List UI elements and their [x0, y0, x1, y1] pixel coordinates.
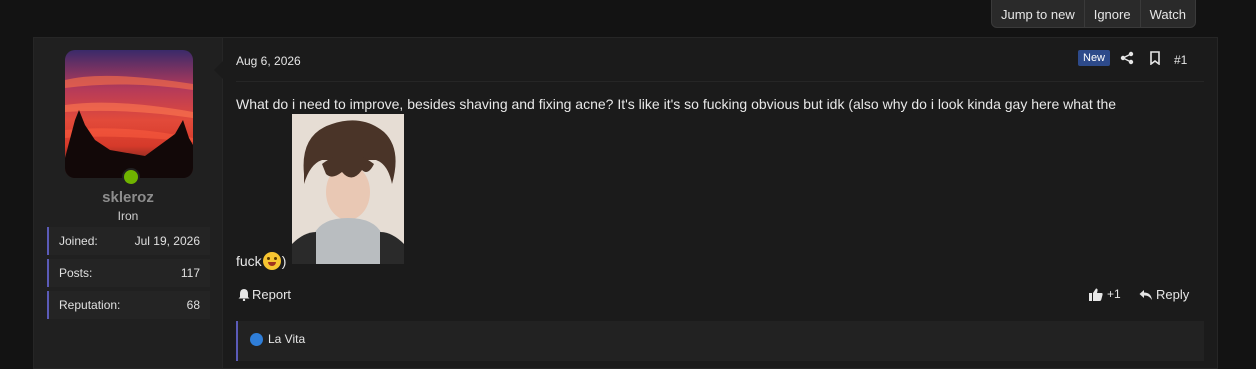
jump-to-new-button[interactable]: Jump to new [992, 0, 1084, 27]
report-button[interactable]: Report [238, 287, 291, 302]
attached-image[interactable] [292, 114, 404, 264]
report-label: Report [252, 287, 292, 302]
username[interactable]: skleroz [34, 189, 222, 206]
stat-label: Reputation: [59, 298, 121, 312]
stat-value: 68 [186, 298, 200, 312]
bookmark-icon[interactable] [1148, 51, 1162, 65]
avatar[interactable] [65, 50, 193, 178]
post-actions: Report +1 Reply [236, 287, 1204, 307]
message-content: Aug 6, 2026 New #1 What do i need to imp… [223, 38, 1217, 368]
stat-label: Joined: [59, 234, 98, 248]
like-reaction-icon [250, 332, 263, 346]
user-title: Iron [117, 209, 139, 223]
liker-name[interactable]: La Vita [268, 332, 305, 346]
stat-value: 117 [180, 266, 200, 280]
message-attribution: Aug 6, 2026 New #1 [236, 38, 1204, 82]
stat-reputation: Reputation: 68 [47, 291, 210, 319]
stat-posts: Posts: 117 [47, 259, 210, 287]
post-text: What do i need to improve, besides shavi… [236, 96, 1117, 112]
post-date[interactable]: Aug 6, 2026 [236, 54, 301, 68]
share-icon[interactable] [1120, 51, 1134, 65]
reply-label: Reply [1156, 287, 1190, 302]
post-text-tail-end: ) [281, 253, 287, 269]
stat-value: Jul 19, 2026 [134, 234, 200, 248]
thread-actions: Jump to new Ignore Watch [991, 0, 1196, 28]
online-status-indicator [122, 168, 140, 186]
post: skleroz Iron Joined: Jul 19, 2026 Posts:… [33, 37, 1218, 369]
new-badge: New [1078, 50, 1111, 66]
reply-button[interactable]: Reply [1139, 287, 1189, 302]
ignore-button[interactable]: Ignore [1083, 0, 1140, 27]
like-button[interactable]: +1 [1089, 287, 1121, 301]
post-text-tail-start: fuck [236, 253, 262, 269]
post-number[interactable]: #1 [1174, 53, 1187, 67]
stat-joined: Joined: Jul 19, 2026 [47, 227, 210, 255]
like-count: +1 [1107, 287, 1121, 301]
thumbs-up-icon [1089, 288, 1103, 301]
bell-icon [238, 289, 250, 301]
reply-icon [1139, 289, 1152, 300]
stat-label: Posts: [59, 266, 93, 280]
watch-button[interactable]: Watch [1139, 0, 1195, 27]
grinning-tongue-emoji-icon [262, 252, 281, 270]
post-text-tail: fuck ) [236, 252, 286, 270]
user-sidebar: skleroz Iron Joined: Jul 19, 2026 Posts:… [34, 38, 223, 368]
like-list: La Vita [236, 321, 1204, 361]
